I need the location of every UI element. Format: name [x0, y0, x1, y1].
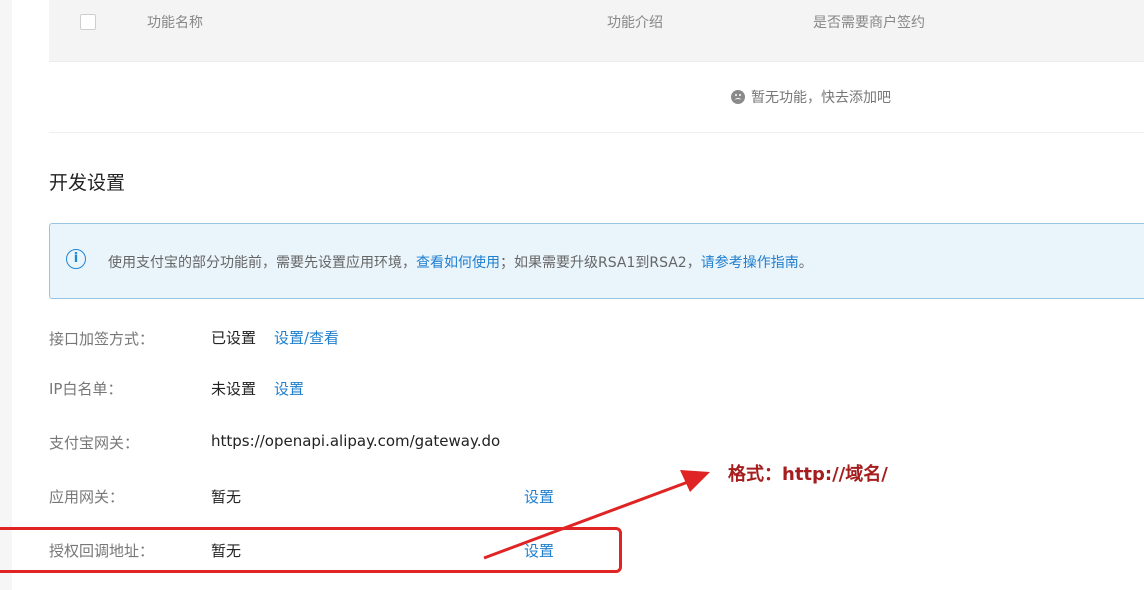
gateway-value: https://openapi.alipay.com/gateway.do	[211, 432, 501, 450]
table-header: 功能名称 功能介绍 是否需要商户签约	[49, 0, 1144, 62]
info-alert: i 使用支付宝的部分功能前，需要先设置应用环境，查看如何使用；如果需要升级RSA…	[49, 223, 1144, 299]
left-rail	[0, 0, 12, 590]
app-gateway-setup-link[interactable]: 设置	[524, 486, 554, 507]
column-header-description: 功能介绍	[607, 15, 663, 31]
gateway-label: 支付宝网关：	[49, 434, 140, 452]
empty-state-text: 暂无功能，快去添加吧	[751, 90, 891, 106]
empty-state: 暂无功能，快去添加吧	[731, 87, 891, 107]
alert-text-part: 。	[798, 255, 813, 271]
select-all-checkbox[interactable]	[80, 14, 96, 30]
column-header-name: 功能名称	[147, 15, 203, 31]
column-header-signing: 是否需要商户签约	[813, 15, 925, 31]
info-icon: i	[66, 249, 86, 269]
alert-text: 使用支付宝的部分功能前，需要先设置应用环境，查看如何使用；如果需要升级RSA1到…	[108, 252, 813, 272]
alert-text-part: 使用支付宝的部分功能前，需要先设置应用环境，	[108, 255, 416, 271]
sign-method-value: 已设置	[211, 329, 257, 347]
how-to-use-link[interactable]: 查看如何使用	[416, 255, 500, 271]
sign-method-label: 接口加签方式：	[49, 330, 155, 348]
table-empty-row: 暂无功能，快去添加吧	[49, 61, 1144, 133]
highlight-box	[0, 527, 622, 573]
app-gateway-label: 应用网关：	[49, 488, 125, 506]
annotation-text: 格式：http://域名/	[728, 464, 888, 485]
ip-whitelist-value: 未设置	[211, 380, 257, 398]
app-gateway-value: 暂无	[211, 488, 242, 506]
ip-whitelist-setup-link[interactable]: 设置	[274, 378, 304, 399]
sign-method-setup-link[interactable]: 设置/查看	[274, 327, 339, 348]
section-title: 开发设置	[49, 172, 126, 194]
ip-whitelist-label: IP白名单：	[49, 380, 123, 398]
guide-link[interactable]: 请参考操作指南	[701, 255, 799, 271]
alert-text-part: ；如果需要升级RSA1到RSA2，	[500, 255, 701, 271]
sad-face-icon	[731, 90, 745, 104]
